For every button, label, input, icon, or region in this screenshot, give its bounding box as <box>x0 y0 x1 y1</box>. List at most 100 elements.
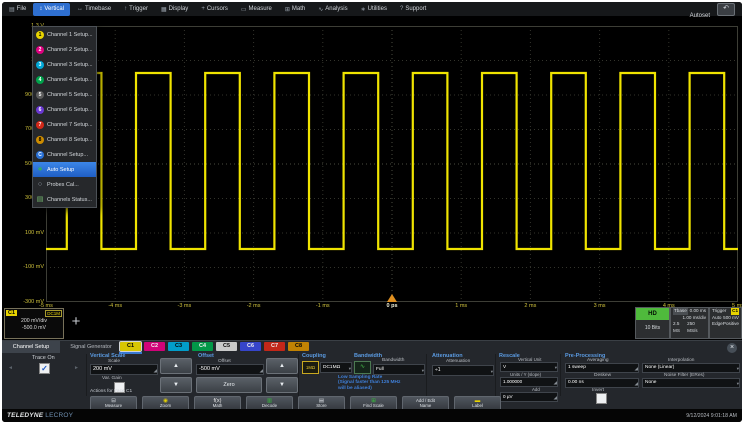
channel-chip-c7[interactable]: C7 <box>264 342 285 351</box>
close-dialog-button[interactable]: × <box>727 343 737 353</box>
menu-item-channels-status[interactable]: ▤Channels Status... <box>33 192 96 207</box>
tab-signal-generator[interactable]: Signal Generator <box>60 341 122 353</box>
averaging-input[interactable]: 1 sweep◢ <box>565 363 639 373</box>
channel-1-icon: 1 <box>36 31 44 39</box>
scale-input[interactable]: 200 mV◢ <box>90 364 158 375</box>
menu-label: Trigger <box>129 6 148 12</box>
hd-bits: 10 Bits <box>636 320 669 336</box>
y-axis-label: -300 mV <box>2 299 44 305</box>
offset-input[interactable]: -500 mV◢ <box>196 364 264 375</box>
support-icon: ? <box>400 6 403 12</box>
trigger-descriptor[interactable]: TriggerC1 Auto500 mV EdgePositive <box>709 307 742 339</box>
rescale-header: Rescale <box>499 353 520 359</box>
check-icon: ✓ <box>41 364 48 373</box>
slope-input[interactable]: 1.000000◢ <box>500 377 558 387</box>
menu-utilities[interactable]: ∗Utilities <box>355 3 393 16</box>
bandwidth-icon: ∿ <box>354 361 371 374</box>
trace-on-label: Trace On <box>32 355 55 361</box>
scale-up-button[interactable]: ▲ <box>160 358 192 374</box>
x-axis-label: -3 ms <box>178 303 192 309</box>
invert-checkbox[interactable] <box>596 393 607 404</box>
field-corner-icon: ◢ <box>260 366 263 375</box>
low-sampling-warning: Low Sampling Rate (Signal faster than 12… <box>338 375 400 391</box>
next-channel-arrow-icon[interactable]: ► <box>74 365 79 371</box>
close-icon: × <box>730 344 734 351</box>
menu-item-label: Channel Setup... <box>47 152 88 158</box>
channel-chip-c8[interactable]: C8 <box>288 342 309 351</box>
menu-item-label: Channel 5 Setup... <box>47 92 93 98</box>
channel-setup-dialog: Channel Setup Signal Generator C1C2C3C4C… <box>2 340 742 410</box>
interpolation-select[interactable]: None (Linear)▾ <box>642 363 740 373</box>
menu-math[interactable]: ⊞Math <box>279 3 311 16</box>
clock-timestamp: 9/12/2024 9:01:18 AM <box>686 413 737 419</box>
menu-item-label: Channel 3 Setup... <box>47 62 93 68</box>
channel-chip-c3[interactable]: C3 <box>168 342 189 351</box>
menu-item-channel-4-setup[interactable]: 4Channel 4 Setup... <box>33 72 96 87</box>
menu-file[interactable]: ▤File <box>3 3 32 16</box>
autoset-button[interactable]: Autoset <box>686 13 714 19</box>
up-arrow-icon: ▲ <box>279 363 285 369</box>
channel-chip-c6[interactable]: C6 <box>240 342 261 351</box>
menu-item-channel-1-setup[interactable]: 1Channel 1 Setup... <box>33 27 96 42</box>
menu-timebase[interactable]: ↔Timebase <box>71 3 117 16</box>
hd-mode-badge[interactable]: HD 10 Bits <box>635 307 670 339</box>
vertical-unit-select[interactable]: V▾ <box>500 362 558 372</box>
offset-up-button[interactable]: ▲ <box>266 358 298 374</box>
add-trace-button[interactable]: + <box>66 310 86 334</box>
channel-chip-c1[interactable]: C1 <box>120 342 141 351</box>
y-axis-label: -100 mV <box>2 264 44 270</box>
up-arrow-icon: ▲ <box>173 363 179 369</box>
x-axis-label: 1 ms <box>455 303 467 309</box>
menu-item-auto-setup[interactable]: ∗Auto Setup <box>33 162 96 177</box>
coupling-select[interactable]: DC1MΩ▾ <box>320 362 352 373</box>
menu-label: Vertical <box>44 6 64 12</box>
prev-channel-arrow-icon[interactable]: ◄ <box>8 365 13 371</box>
offset-down-button[interactable]: ▼ <box>266 377 298 393</box>
menu-vertical[interactable]: ↕Vertical <box>33 3 70 16</box>
channel-chip-c5[interactable]: C5 <box>216 342 237 351</box>
menu-item-channel-2-setup[interactable]: 2Channel 2 Setup... <box>33 42 96 57</box>
menu-measure[interactable]: ▭Measure <box>235 3 278 16</box>
dropdown-arrow-icon: ▾ <box>555 364 557 372</box>
hd-label: HD <box>636 308 669 320</box>
deskew-input[interactable]: 0.00 ns◢ <box>565 378 639 388</box>
menu-analysis[interactable]: ∿Analysis <box>312 3 353 16</box>
offset-zero-button[interactable]: Zero <box>196 377 262 393</box>
noise-filter-select[interactable]: None▾ <box>642 378 740 388</box>
menu-display[interactable]: ▦Display <box>155 3 194 16</box>
trace-on-checkbox[interactable]: ✓ <box>39 363 50 374</box>
menu-item-channel-3-setup[interactable]: 3Channel 3 Setup... <box>33 57 96 72</box>
c1-trace-descriptor[interactable]: C1 DC1M 200 mV/div -500.0 mV <box>4 308 64 339</box>
tab-channel-setup[interactable]: Channel Setup <box>2 341 60 353</box>
footer-bar: TELEDYNE LECROY 9/12/2024 9:01:18 AM <box>2 409 742 422</box>
dropdown-arrow-icon: ▾ <box>737 365 739 373</box>
actions-for-trace-label: Actions for trace C1 <box>90 389 132 394</box>
menu-item-channel-6-setup[interactable]: 6Channel 6 Setup... <box>33 102 96 117</box>
field-corner-icon: ◢ <box>554 379 557 387</box>
dropdown-arrow-icon: ▾ <box>737 380 739 388</box>
bandwidth-select[interactable]: Full▾ <box>373 364 425 375</box>
menu-cursors[interactable]: +Cursors <box>195 3 234 16</box>
menu-trigger[interactable]: ↑Trigger <box>118 3 154 16</box>
menu-label: Cursors <box>207 6 228 12</box>
menu-item-channel-5-setup[interactable]: 5Channel 5 Setup... <box>33 87 96 102</box>
channel-chip-c2[interactable]: C2 <box>144 342 165 351</box>
x-axis-label: 0 ps <box>386 303 397 309</box>
menu-item-channel-setup[interactable]: CChannel Setup... <box>33 147 96 162</box>
menu-item-channel-8-setup[interactable]: 8Channel 8 Setup... <box>33 132 96 147</box>
c1-scale-value: 200 mV/div <box>5 318 63 325</box>
timebase-descriptor[interactable]: Tbase0.00 ms 1.00 ms/div 2.5 MS250 MS/s <box>670 307 709 339</box>
menu-item-channel-7-setup[interactable]: 7Channel 7 Setup... <box>33 117 96 132</box>
channel-3-icon: 3 <box>36 61 44 69</box>
menu-support[interactable]: ?Support <box>394 3 432 16</box>
add-input[interactable]: 0 µV◢ <box>500 392 558 402</box>
trigger-position-marker <box>387 294 397 302</box>
menu-bar: ▤File↕Vertical↔Timebase↑Trigger▦Display+… <box>2 2 742 17</box>
scale-down-button[interactable]: ▼ <box>160 377 192 393</box>
timebase-icon: ↔ <box>77 6 83 12</box>
attenuation-select[interactable]: ÷1▾ <box>432 365 494 376</box>
menu-item-probes-cal[interactable]: ○Probes Cal... <box>33 177 96 192</box>
undo-autoset-button[interactable]: ↶ <box>717 3 735 16</box>
channel-chip-c4[interactable]: C4 <box>192 342 213 351</box>
menu-item-label: Channel 8 Setup... <box>47 137 93 143</box>
